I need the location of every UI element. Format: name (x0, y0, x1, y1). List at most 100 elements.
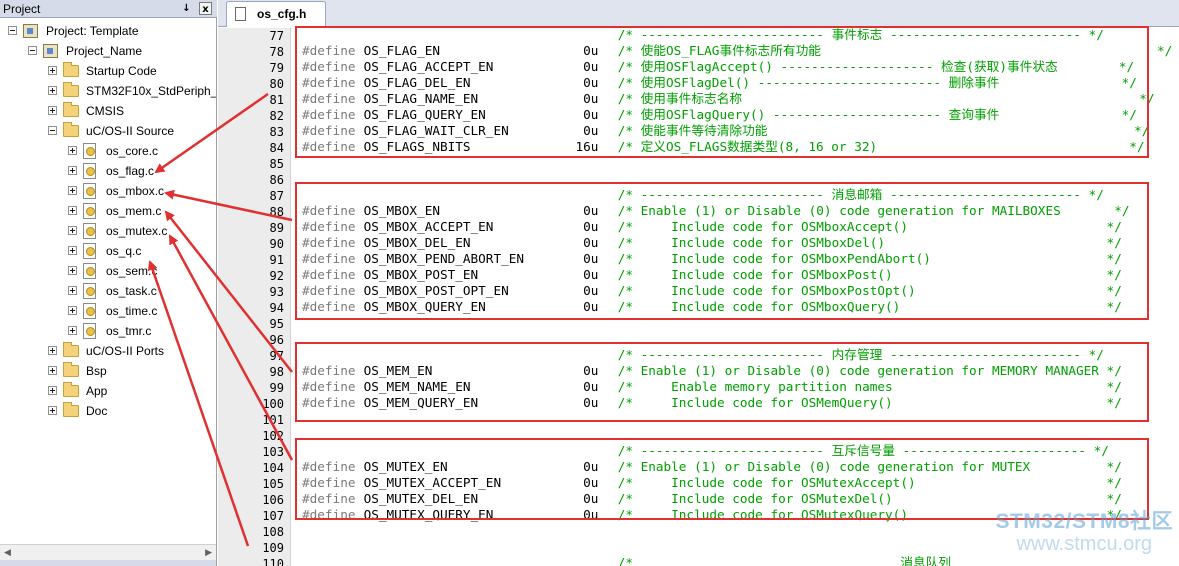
tree-file-item[interactable]: os_time.c (0, 301, 216, 321)
expand-icon[interactable] (68, 286, 77, 295)
expand-icon[interactable] (68, 266, 77, 275)
line-number: 100 (262, 397, 284, 411)
c-file-icon (83, 323, 96, 339)
scroll-left-icon[interactable]: ◀ (4, 548, 11, 558)
line-number: 108 (262, 525, 284, 539)
tree-item-label: os_mbox.c (106, 184, 165, 198)
line-number: 94 (269, 301, 284, 315)
expand-icon[interactable] (68, 326, 77, 335)
tree-item-label: os_mutex.c (106, 224, 168, 238)
tree-file-item[interactable]: os_sem.c (0, 261, 216, 281)
expand-icon[interactable] (48, 386, 57, 395)
line-number: 77 (269, 29, 284, 43)
folder-icon (63, 102, 79, 117)
tree-folder-item[interactable]: STM32F10x_StdPeriph_D (0, 81, 216, 101)
tree-item-label: os_core.c (106, 144, 159, 158)
highlight-box-mailbox (295, 182, 1149, 320)
tree-file-item[interactable]: os_task.c (0, 281, 216, 301)
expand-icon[interactable] (68, 306, 77, 315)
tree-item-label: Project_Name (66, 44, 143, 58)
pin-icon[interactable]: ↓ (180, 2, 193, 15)
tree-target-item[interactable]: Project_Name (0, 41, 216, 61)
editor-tab-bar: os_cfg.h (218, 0, 1179, 27)
expand-icon[interactable] (48, 346, 57, 355)
line-number: 102 (262, 429, 284, 443)
expand-icon[interactable] (48, 106, 57, 115)
tree-folder-item[interactable]: CMSIS (0, 101, 216, 121)
tree-file-item[interactable]: os_mbox.c (0, 181, 216, 201)
tree-file-item[interactable]: os_mem.c (0, 201, 216, 221)
line-number: 103 (262, 445, 284, 459)
folder-icon (63, 122, 79, 137)
scroll-right-icon[interactable]: ▶ (205, 548, 212, 558)
line-number: 90 (269, 237, 284, 251)
c-file-icon (83, 143, 96, 159)
tree-file-item[interactable]: os_tmr.c (0, 321, 216, 341)
tree-item-label: App (86, 384, 108, 398)
tree-folder-item[interactable]: Doc (0, 401, 216, 421)
expand-icon[interactable] (68, 186, 77, 195)
expand-icon[interactable] (48, 406, 57, 415)
tree-file-item[interactable]: os_core.c (0, 141, 216, 161)
tree-item-label: Doc (86, 404, 108, 418)
tree-project-item[interactable]: Project: Template (0, 21, 216, 41)
c-file-icon (83, 263, 96, 279)
tree-folder-item[interactable]: Startup Code (0, 61, 216, 81)
tree-item-label: Bsp (86, 364, 107, 378)
expand-icon[interactable] (48, 66, 57, 75)
pane-bottom-tabs[interactable] (0, 560, 216, 566)
project-pane: Project ↓ x Project: Template Project_Nam… (0, 0, 217, 566)
c-file-icon (83, 203, 96, 219)
line-number: 99 (269, 381, 284, 395)
c-file-icon (83, 283, 96, 299)
tree-file-item[interactable]: os_q.c (0, 241, 216, 261)
folder-icon (63, 62, 79, 77)
project-pane-title: Project (3, 2, 41, 16)
tree-item-label: os_task.c (106, 284, 157, 298)
tab-os-cfg-h[interactable]: os_cfg.h (226, 1, 326, 27)
tree-item-label: uC/OS-II Ports (86, 344, 165, 358)
expand-icon[interactable] (48, 366, 57, 375)
expand-icon[interactable] (68, 206, 77, 215)
expand-icon[interactable] (68, 146, 77, 155)
line-number: 87 (269, 189, 284, 203)
line-number: 89 (269, 221, 284, 235)
tree-folder-item[interactable]: uC/OS-II Source (0, 121, 216, 141)
tree-item-label: CMSIS (86, 104, 125, 118)
folder-icon (63, 382, 79, 397)
tree-item-label: Startup Code (86, 64, 157, 78)
tree-horizontal-scrollbar[interactable]: ◀ ▶ (0, 544, 216, 560)
tree-file-item[interactable]: os_flag.c (0, 161, 216, 181)
expand-icon[interactable] (48, 86, 57, 95)
line-number: 105 (262, 477, 284, 491)
line-number: 91 (269, 253, 284, 267)
collapse-icon[interactable] (8, 26, 17, 35)
code-editor: os_cfg.h 77 78 79 80 81 82 83 84 85 86 87 88 89 90 91 9… (218, 0, 1179, 566)
expand-icon[interactable] (68, 166, 77, 175)
tree-folder-item[interactable]: uC/OS-II Ports (0, 341, 216, 361)
collapse-icon[interactable] (48, 126, 57, 135)
line-number: 86 (269, 173, 284, 187)
line-number: 85 (269, 157, 284, 171)
tree-folder-item[interactable]: App (0, 381, 216, 401)
project-pane-header: Project ↓ x (0, 0, 217, 18)
c-file-icon (83, 243, 96, 259)
file-icon (235, 7, 246, 21)
collapse-icon[interactable] (28, 46, 37, 55)
c-file-icon (83, 183, 96, 199)
line-number: 78 (269, 45, 284, 59)
tree-item-label: os_time.c (106, 304, 158, 318)
expand-icon[interactable] (68, 246, 77, 255)
line-number: 93 (269, 285, 284, 299)
target-icon (43, 44, 58, 58)
expand-icon[interactable] (68, 226, 77, 235)
tree-item-label: os_mem.c (106, 204, 162, 218)
project-tree: Project: Template Project_Name Startup Cod… (0, 20, 216, 544)
tree-folder-item[interactable]: Bsp (0, 361, 216, 381)
tree-item-label: os_q.c (106, 244, 142, 258)
folder-icon (63, 342, 79, 357)
tree-file-item[interactable]: os_mutex.c (0, 221, 216, 241)
c-file-icon (83, 223, 96, 239)
close-icon[interactable]: x (199, 2, 212, 15)
folder-icon (63, 362, 79, 377)
